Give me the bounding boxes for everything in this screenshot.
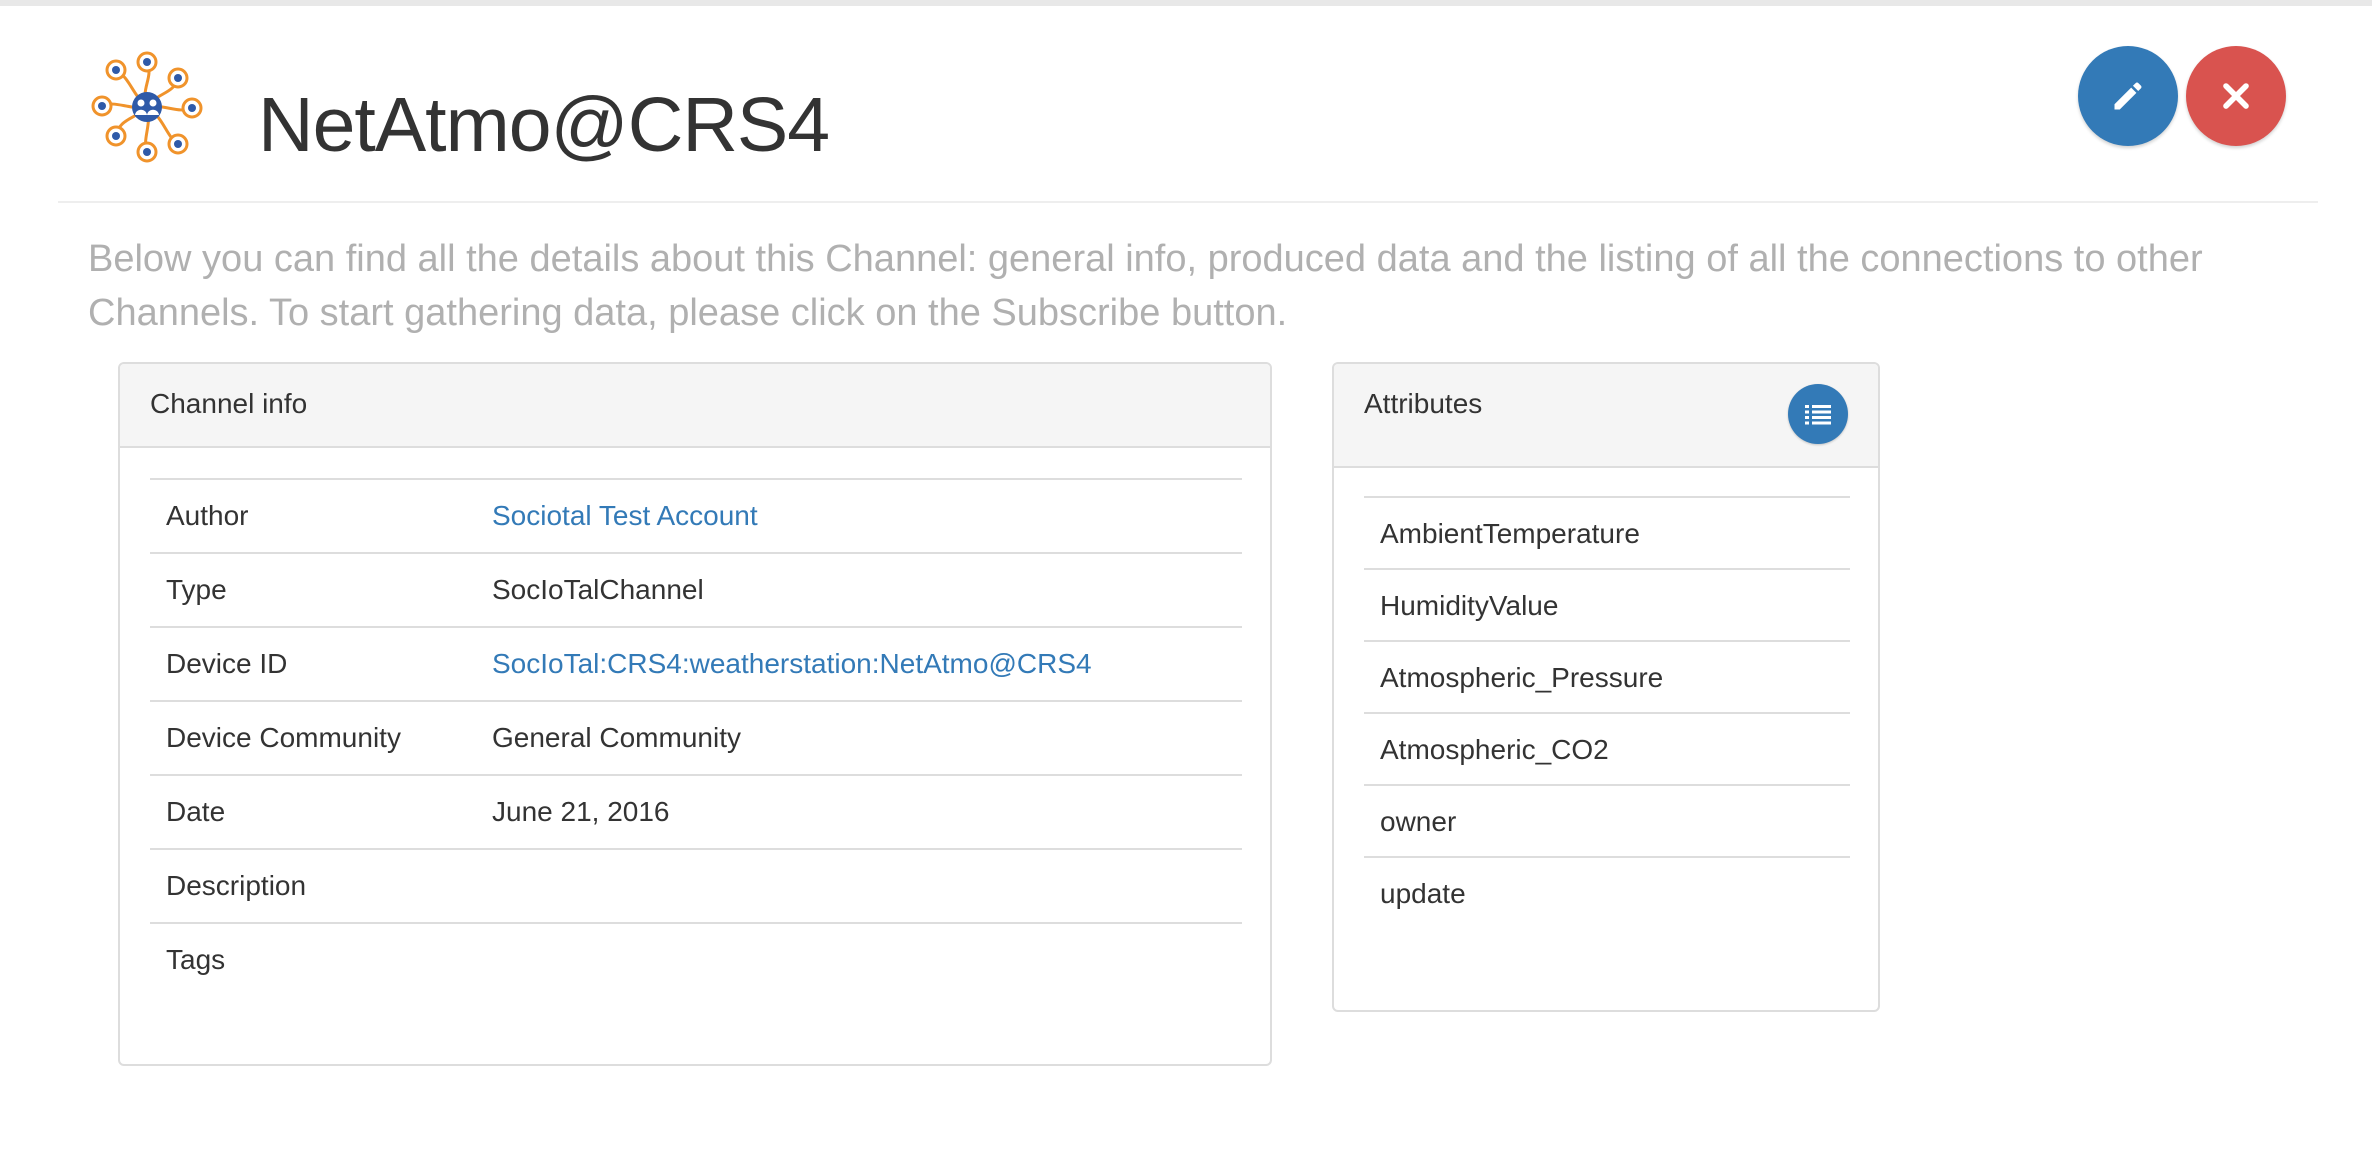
info-label: Tags	[166, 944, 226, 975]
info-row-type: Type SocIoTalChannel	[150, 554, 1242, 628]
attribute-item: HumidityValue	[1364, 570, 1850, 642]
info-label: Date	[166, 796, 226, 827]
channel-detail-page: NetAtmo@CRS4 Below you can find all the …	[0, 0, 2372, 1166]
attributes-heading: Attributes	[1334, 364, 1878, 468]
edit-button[interactable]	[2078, 46, 2178, 146]
sociotal-logo-icon	[91, 51, 203, 163]
attribute-item: Atmospheric_CO2	[1364, 714, 1850, 786]
attribute-item: owner	[1364, 786, 1850, 858]
attributes-panel: Attributes AmbientTemperature HumidityVa…	[1332, 362, 1880, 1012]
info-row-author: Author Sociotal Test Account	[150, 480, 1242, 554]
attributes-list-button[interactable]	[1788, 384, 1848, 444]
info-row-device-community: Device Community General Community	[150, 702, 1242, 776]
attribute-item: AmbientTemperature	[1364, 498, 1850, 570]
attribute-item: Atmospheric_Pressure	[1364, 642, 1850, 714]
info-row-date: Date June 21, 2016	[150, 776, 1242, 850]
info-value: June 21, 2016	[492, 796, 670, 827]
intro-description: Below you can find all the details about…	[88, 238, 2203, 334]
author-link[interactable]: Sociotal Test Account	[492, 480, 758, 552]
header-divider	[58, 201, 2318, 203]
info-row-device-id: Device ID SocIoTal:CRS4:weatherstation:N…	[150, 628, 1242, 702]
info-label: Author	[166, 500, 249, 531]
info-value: General Community	[492, 722, 741, 753]
info-label: Device Community	[166, 722, 401, 753]
list-icon	[1805, 405, 1831, 425]
device-id-link[interactable]: SocIoTal:CRS4:weatherstation:NetAtmo@CRS…	[492, 628, 1092, 700]
close-icon	[2223, 83, 2249, 109]
attributes-list: AmbientTemperature HumidityValue Atmosph…	[1364, 496, 1850, 930]
channel-info-title: Channel info	[150, 388, 308, 419]
info-row-tags: Tags	[150, 924, 1242, 996]
pencil-icon	[2114, 82, 2142, 110]
info-label: Description	[166, 870, 307, 901]
attributes-title: Attributes	[1364, 388, 1483, 419]
channel-info-heading: Channel info	[120, 364, 1270, 448]
channel-info-panel: Channel info Author Sociotal Test Accoun…	[118, 362, 1272, 1066]
info-label: Type	[166, 574, 227, 605]
channel-info-table: Author Sociotal Test Account Type SocIoT…	[150, 478, 1242, 996]
top-border	[0, 0, 2372, 6]
info-row-description: Description	[150, 850, 1242, 924]
info-value: SocIoTalChannel	[492, 574, 704, 605]
close-button[interactable]	[2186, 46, 2286, 146]
attribute-item: update	[1380, 878, 1466, 909]
info-label: Device ID	[166, 648, 288, 679]
page-title: NetAtmo@CRS4	[258, 82, 830, 168]
